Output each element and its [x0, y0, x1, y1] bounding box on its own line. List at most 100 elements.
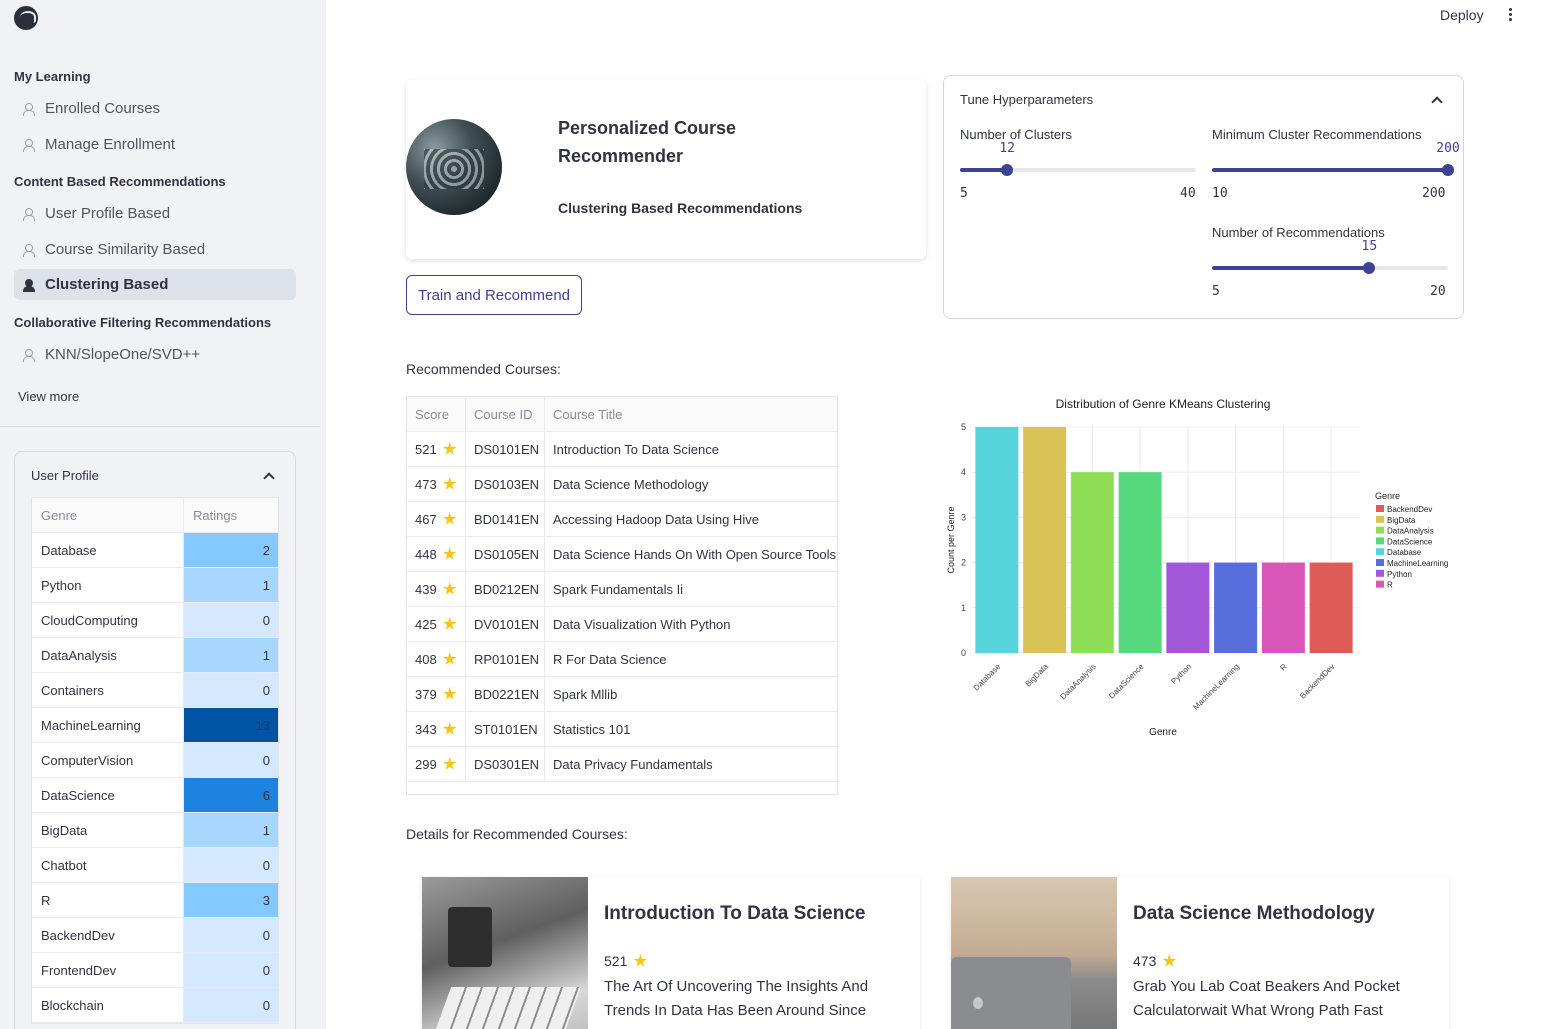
rating-cell[interactable]: 0: [184, 603, 278, 637]
score-value: 343: [415, 721, 437, 737]
column-header-score[interactable]: Score: [407, 397, 466, 431]
course-title-cell: Accessing Hadoop Data Using Hive: [553, 511, 759, 527]
genre-cell[interactable]: Containers: [32, 673, 184, 707]
table-header-row: Genre Ratings: [32, 498, 278, 533]
genre-cell[interactable]: DataScience: [32, 778, 184, 812]
app-logo-icon[interactable]: [14, 6, 38, 30]
column-header-course-title[interactable]: Course Title: [545, 397, 837, 431]
score-value: 425: [415, 616, 437, 632]
details-label: Details for Recommended Courses:: [406, 826, 628, 842]
rating-cell[interactable]: 0: [184, 743, 278, 777]
score-cell: 343: [407, 712, 466, 746]
rating-cell[interactable]: 0: [184, 918, 278, 952]
rating-cell[interactable]: 13: [184, 708, 278, 742]
sidebar-item-clustering-based[interactable]: Clustering Based: [14, 269, 296, 300]
rating-cell[interactable]: 3: [184, 883, 278, 917]
course-title-cell: Data Science Hands On With Open Source T…: [553, 546, 837, 562]
slider-thumb[interactable]: [1001, 164, 1014, 176]
y-tick-label: 1: [961, 603, 966, 613]
train-and-recommend-button[interactable]: Train and Recommend: [406, 275, 582, 315]
user-profile-title[interactable]: User Profile: [31, 468, 99, 483]
score-cell: 379: [407, 677, 466, 711]
rating-cell[interactable]: 0: [184, 953, 278, 987]
star-icon: [442, 617, 457, 630]
hyperparameters-title[interactable]: Tune Hyperparameters: [960, 92, 1093, 107]
course-detail-card: Introduction To Data Science 521 The Art…: [422, 877, 920, 1029]
score-cell: 425: [407, 607, 466, 641]
legend-entry: BigData: [1387, 516, 1416, 525]
genre-cell[interactable]: Blockchain: [32, 988, 184, 1022]
genre-cluster-chart[interactable]: 012345Database BigData DataAnalysis DataSci…: [930, 385, 1490, 745]
recommended-courses-table[interactable]: Score Course ID Course Title 521 DS0101EN…: [406, 396, 838, 795]
view-more-link[interactable]: View more: [18, 389, 79, 404]
legend-swatch: [1376, 559, 1384, 566]
genre-cell[interactable]: Python: [32, 568, 184, 602]
rating-cell[interactable]: 1: [184, 813, 278, 847]
genre-cell[interactable]: ComputerVision: [32, 743, 184, 777]
sidebar-item-manage-enrollment[interactable]: Manage Enrollment: [14, 129, 296, 160]
course-title-cell: Spark Mllib: [553, 686, 618, 702]
rating-cell[interactable]: 1: [184, 568, 278, 602]
x-tick-label: Python: [1169, 662, 1193, 686]
rating-cell[interactable]: 2: [184, 533, 278, 567]
num-recs-slider[interactable]: 15: [1212, 239, 1448, 274]
table-row[interactable]: 425 DV0101EN Data Visualization With Pytho…: [407, 607, 837, 642]
genre-cell[interactable]: Database: [32, 533, 184, 567]
slider-label-min-cluster-recs: Minimum Cluster Recommendations: [1212, 127, 1422, 142]
table-row[interactable]: 521 DS0101EN Introduction To Data Science: [407, 432, 837, 467]
star-icon: [633, 954, 648, 967]
course-id-cell: DV0101EN: [466, 607, 545, 641]
bar-bigdata: [1023, 427, 1067, 653]
sidebar-item-enrolled-courses[interactable]: Enrolled Courses: [14, 93, 296, 124]
rating-cell[interactable]: 6: [184, 778, 278, 812]
table-row: Database 2: [32, 533, 278, 568]
user-add-icon: [23, 138, 37, 152]
genre-cell[interactable]: DataAnalysis: [32, 638, 184, 672]
genre-cell[interactable]: BackendDev: [32, 918, 184, 952]
rating-cell[interactable]: 1: [184, 638, 278, 672]
slider-min: 5: [960, 186, 968, 201]
sidebar-item-user-profile-based[interactable]: User Profile Based: [14, 198, 296, 229]
star-icon: [442, 547, 457, 560]
chevron-up-icon[interactable]: [1431, 96, 1443, 108]
rating-cell[interactable]: 0: [184, 673, 278, 707]
x-tick-label: BigData: [1024, 662, 1051, 689]
genre-cell[interactable]: FrontendDev: [32, 953, 184, 987]
legend-swatch: [1376, 580, 1384, 588]
min-cluster-recs-slider[interactable]: 200: [1212, 141, 1460, 176]
genre-cell[interactable]: Chatbot: [32, 848, 184, 882]
score-value: 521: [604, 953, 628, 969]
sidebar-item-course-similarity-based[interactable]: Course Similarity Based: [14, 234, 296, 265]
rating-cell[interactable]: 0: [184, 848, 278, 882]
table-row[interactable]: 408 RP0101EN R For Data Science: [407, 642, 837, 677]
slider-thumb[interactable]: [1442, 164, 1454, 176]
column-header-ratings[interactable]: Ratings: [184, 498, 278, 532]
genre-cell[interactable]: R: [32, 883, 184, 917]
table-row[interactable]: 299 DS0301EN Data Privacy Fundamentals: [407, 747, 837, 782]
deploy-button[interactable]: Deploy: [1440, 7, 1484, 23]
slider-value: 15: [1361, 239, 1378, 254]
genre-cell[interactable]: BigData: [32, 813, 184, 847]
course-title-cell: Spark Fundamentals Ii: [553, 581, 684, 597]
table-row[interactable]: 439 BD0212EN Spark Fundamentals Ii: [407, 572, 837, 607]
rating-cell[interactable]: 0: [184, 988, 278, 1022]
table-row[interactable]: 467 BD0141EN Accessing Hadoop Data Using H…: [407, 502, 837, 537]
course-detail-card: Data Science Methodology 473 Grab You La…: [951, 877, 1449, 1029]
sidebar-item-knn-slopeone-svd[interactable]: KNN/SlopeOne/SVD++: [14, 339, 296, 370]
table-row: DataAnalysis 1: [32, 638, 278, 673]
column-header-course-id[interactable]: Course ID: [466, 397, 545, 431]
table-row[interactable]: 448 DS0105EN Data Science Hands On With Op…: [407, 537, 837, 572]
slider-thumb[interactable]: [1363, 262, 1376, 274]
genre-cell[interactable]: MachineLearning: [32, 708, 184, 742]
table-row: Python 1: [32, 568, 278, 603]
main-menu-icon[interactable]: [1509, 8, 1513, 22]
table-row[interactable]: 379 BD0221EN Spark Mllib: [407, 677, 837, 712]
genre-cell[interactable]: CloudComputing: [32, 603, 184, 637]
y-axis-label: Count per Genre: [946, 506, 956, 573]
chevron-up-icon[interactable]: [263, 472, 275, 484]
column-header-genre[interactable]: Genre: [32, 498, 184, 532]
clusters-slider[interactable]: 12: [960, 141, 1196, 176]
table-row[interactable]: 473 DS0103EN Data Science Methodology: [407, 467, 837, 502]
table-row[interactable]: 343 ST0101EN Statistics 101: [407, 712, 837, 747]
score-cell: 299: [407, 747, 466, 781]
